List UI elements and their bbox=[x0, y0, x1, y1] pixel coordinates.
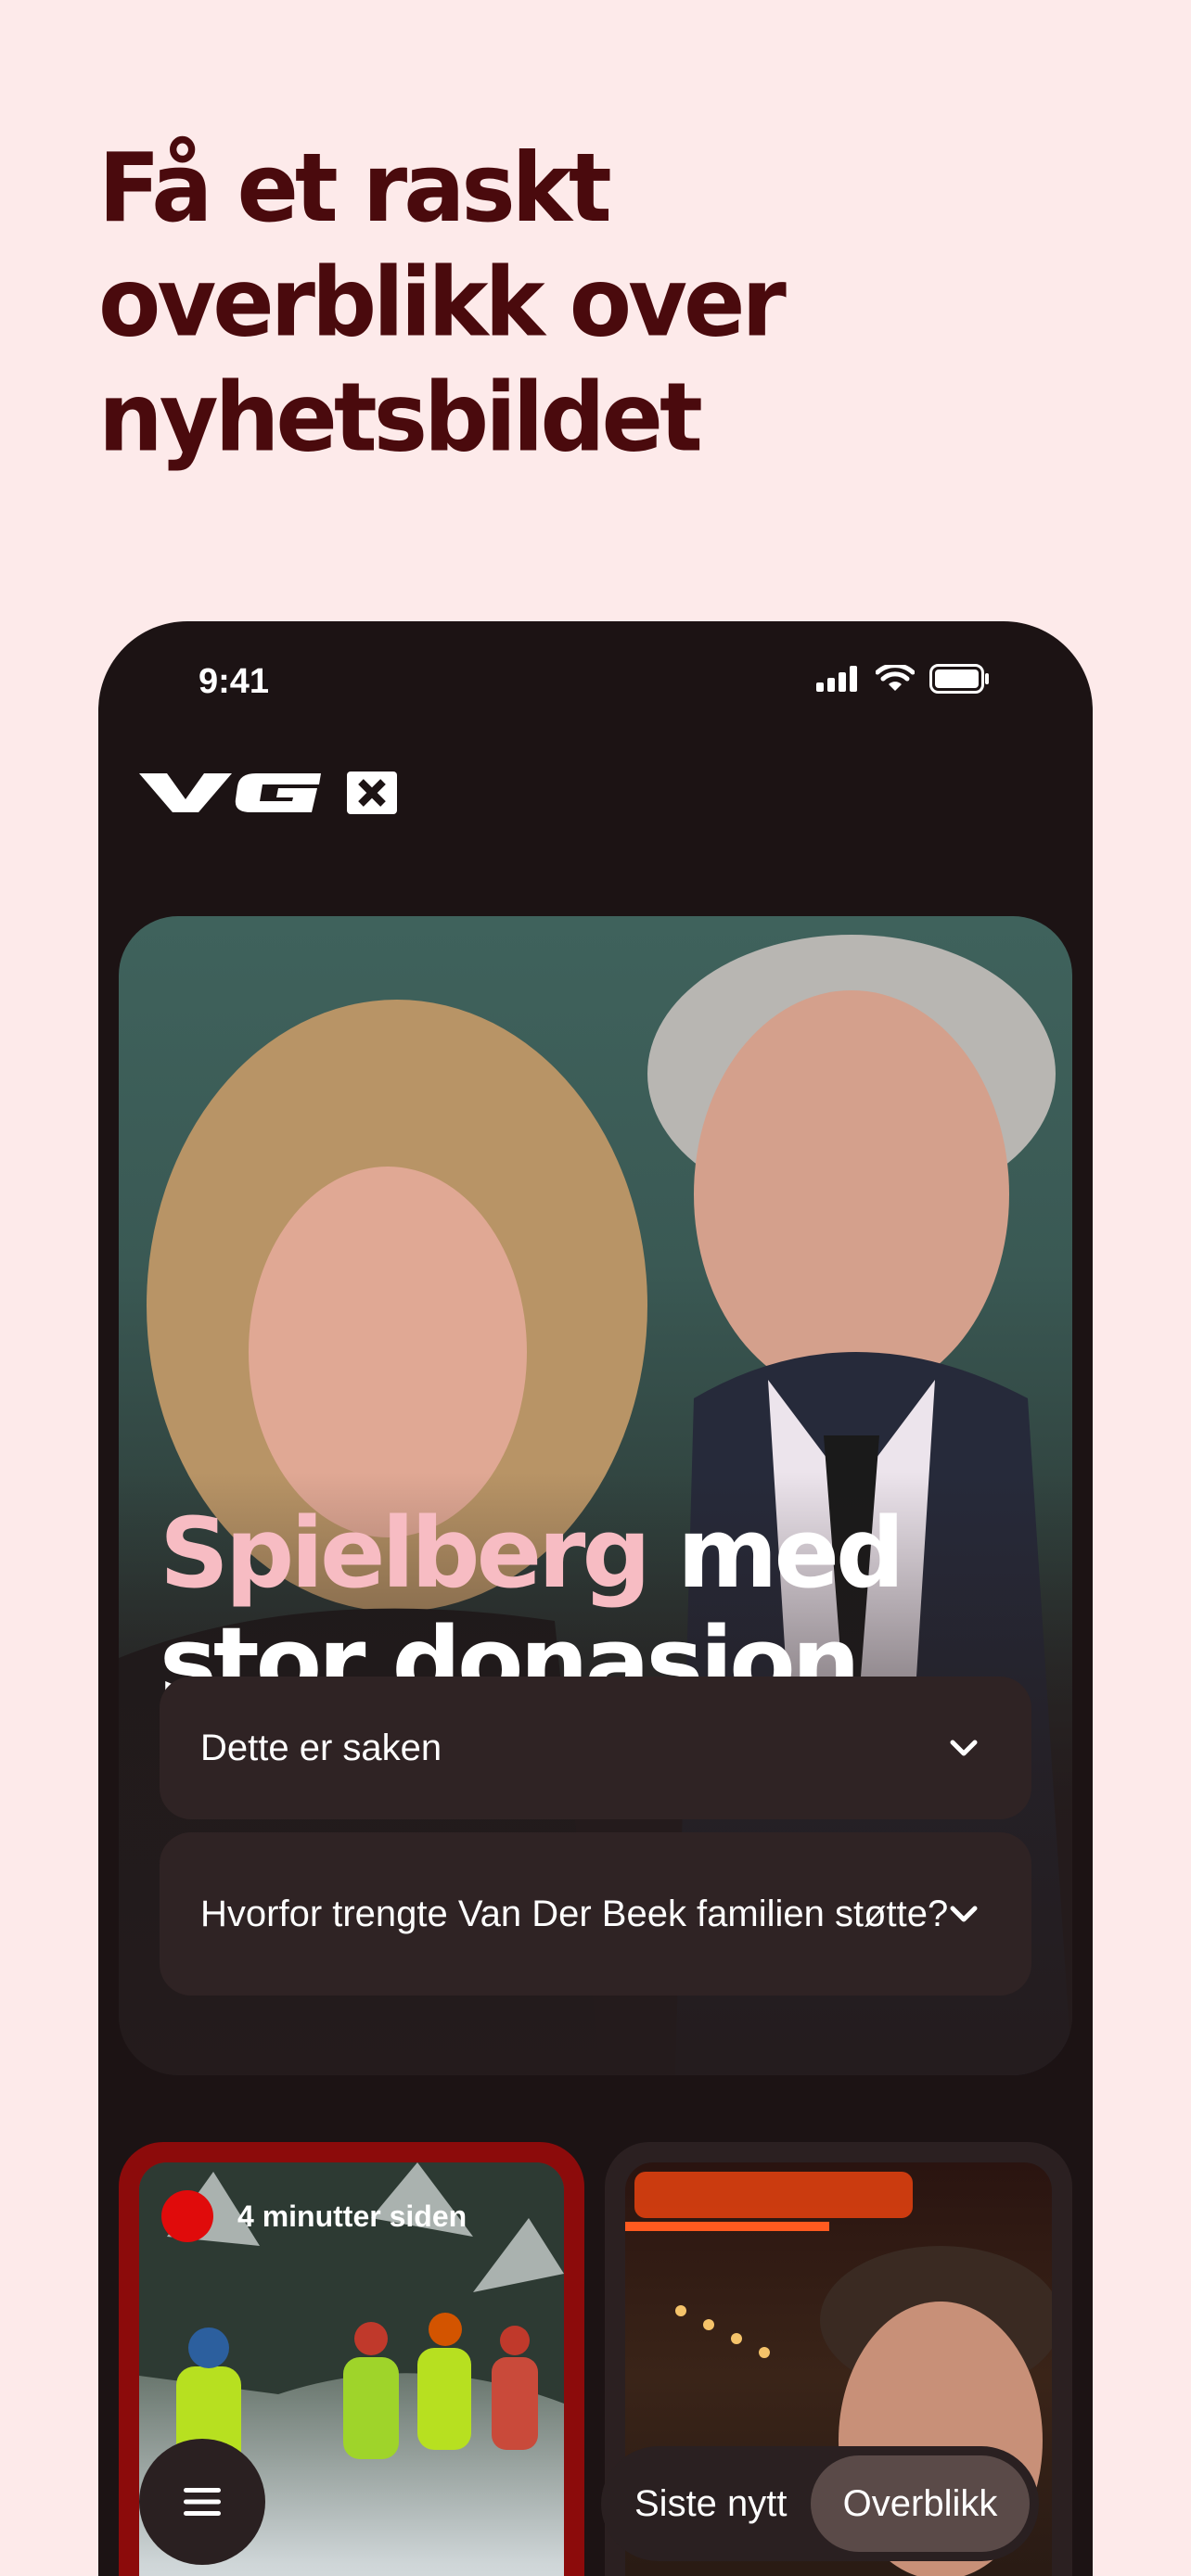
bottom-segmented-control: Siste nytt Overblikk bbox=[601, 2446, 1039, 2561]
hero-title-accent: Spielberg bbox=[160, 1497, 651, 1610]
live-indicator bbox=[161, 2190, 213, 2242]
tab-overblikk[interactable]: Overblikk bbox=[811, 2455, 1030, 2552]
page-headline: Få et raskt overblikk over nyhetsbildet bbox=[98, 133, 787, 474]
vg-x-badge bbox=[347, 772, 397, 814]
chevron-down-icon bbox=[950, 1740, 978, 1756]
phone-mockup: 9:41 Spielberg med stor donasjon Dette e… bbox=[98, 621, 1093, 2576]
accordion-hvorfor-trengte[interactable]: Hvorfor trengte Van Der Beek familien st… bbox=[160, 1832, 1031, 1996]
tab-siste-nytt[interactable]: Siste nytt bbox=[634, 2483, 788, 2525]
accordion-label: Hvorfor trengte Van Der Beek familien st… bbox=[200, 1894, 949, 1934]
signal-icon bbox=[816, 666, 857, 692]
hamburger-icon bbox=[184, 2488, 221, 2516]
status-time: 9:41 bbox=[198, 662, 270, 701]
battery-icon bbox=[929, 664, 989, 694]
live-timestamp: 4 minutter siden bbox=[237, 2200, 467, 2233]
menu-button[interactable] bbox=[139, 2439, 265, 2565]
wifi-icon bbox=[876, 665, 915, 691]
accordion-label: Dette er saken bbox=[200, 1728, 442, 1768]
vg-logo-icon bbox=[139, 773, 321, 812]
status-icons bbox=[816, 664, 991, 694]
hero-story-card[interactable]: Spielberg med stor donasjon Dette er sak… bbox=[119, 916, 1072, 2075]
accordion-dette-er-saken[interactable]: Dette er saken bbox=[160, 1677, 1031, 1819]
vg-logo[interactable] bbox=[139, 770, 399, 816]
chevron-down-icon bbox=[950, 1906, 978, 1922]
